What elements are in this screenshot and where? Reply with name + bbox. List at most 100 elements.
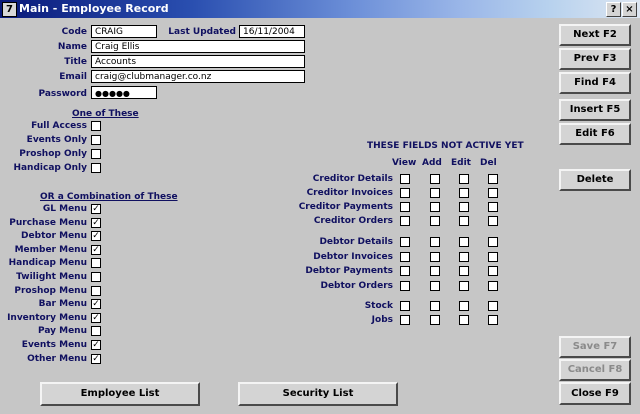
- security-row-label: Creditor Payments: [298, 202, 393, 212]
- menu-permission-checkbox[interactable]: [91, 285, 101, 296]
- security-row-label: Creditor Invoices: [306, 188, 393, 198]
- last-updated-field[interactable]: 16/11/2004: [239, 25, 305, 38]
- security-permission-checkbox[interactable]: [459, 315, 469, 325]
- security-permission-checkbox[interactable]: [430, 174, 440, 184]
- access-option-checkbox[interactable]: [91, 135, 101, 145]
- close-button[interactable]: Close F9: [559, 382, 631, 405]
- code-field[interactable]: CRAIG: [91, 25, 157, 38]
- security-permission-checkbox[interactable]: [488, 174, 498, 184]
- security-row-label: Debtor Invoices: [313, 252, 393, 262]
- menu-permission-checkbox[interactable]: ✓: [91, 231, 101, 242]
- insert-button[interactable]: Insert F5: [559, 99, 631, 121]
- next-button[interactable]: Next F2: [559, 24, 631, 46]
- access-option-checkbox[interactable]: [91, 149, 101, 159]
- name-field[interactable]: Craig Ellis: [91, 40, 305, 53]
- prev-button[interactable]: Prev F3: [559, 48, 631, 70]
- permission-column-header: Add: [422, 158, 442, 168]
- security-permission-checkbox[interactable]: [430, 216, 440, 226]
- security-permission-checkbox[interactable]: [400, 174, 410, 184]
- save-button[interactable]: Save F7: [559, 336, 631, 358]
- close-window-button[interactable]: ×: [622, 2, 637, 17]
- access-option-checkbox[interactable]: [91, 163, 101, 173]
- password-field[interactable]: ●●●●●: [91, 86, 157, 99]
- permission-column-header: Edit: [451, 158, 471, 168]
- security-row-label: Jobs: [371, 315, 393, 325]
- access-option-checkbox[interactable]: [91, 121, 101, 131]
- menu-permission-checkbox[interactable]: ✓: [91, 204, 101, 214]
- permission-column-header: View: [392, 158, 417, 168]
- menu-permission-checkbox[interactable]: ✓: [91, 312, 101, 323]
- security-permission-checkbox[interactable]: [400, 216, 410, 226]
- combination-heading: OR a Combination of These: [40, 192, 178, 202]
- not-active-heading: THESE FIELDS NOT ACTIVE YET: [367, 141, 524, 151]
- delete-button[interactable]: Delete: [559, 169, 631, 191]
- security-permission-checkbox[interactable]: [430, 237, 440, 247]
- security-permission-checkbox[interactable]: [488, 216, 498, 226]
- menu-permission-checkbox[interactable]: [91, 326, 101, 337]
- security-row-label: Debtor Orders: [320, 281, 393, 291]
- email-field[interactable]: craig@clubmanager.co.nz: [91, 70, 305, 83]
- menu-permission-label: Pay Menu: [37, 326, 87, 337]
- menu-permission-checkbox[interactable]: ✓: [91, 340, 101, 350]
- window-title: Main - Employee Record: [19, 2, 169, 15]
- help-button[interactable]: ?: [606, 2, 621, 17]
- menu-permission-checkbox[interactable]: [91, 258, 101, 269]
- security-permission-checkbox[interactable]: [459, 174, 469, 184]
- menu-permission-checkbox[interactable]: [91, 272, 101, 282]
- name-label: Name: [57, 42, 87, 52]
- security-permission-checkbox[interactable]: [400, 237, 410, 247]
- email-label: Email: [59, 72, 87, 82]
- security-list-button[interactable]: Security List: [238, 382, 398, 406]
- security-permission-checkbox[interactable]: [459, 188, 469, 198]
- title-field[interactable]: Accounts: [91, 55, 305, 68]
- security-permission-checkbox[interactable]: [430, 315, 440, 325]
- security-permission-checkbox[interactable]: [459, 202, 469, 212]
- security-permission-checkbox[interactable]: [430, 301, 440, 311]
- security-permission-checkbox[interactable]: [459, 237, 469, 247]
- security-permission-checkbox[interactable]: [430, 202, 440, 212]
- security-permission-checkbox[interactable]: [488, 202, 498, 212]
- menu-permission-checkbox[interactable]: ✓: [91, 353, 101, 364]
- password-label: Password: [38, 89, 87, 99]
- title-label: Title: [64, 57, 87, 67]
- cancel-button[interactable]: Cancel F8: [559, 359, 631, 381]
- menu-permission-checkbox[interactable]: ✓: [91, 299, 101, 310]
- security-permission-checkbox[interactable]: [459, 281, 469, 291]
- security-permission-checkbox[interactable]: [430, 266, 440, 276]
- security-permission-checkbox[interactable]: [400, 188, 410, 198]
- security-permission-checkbox[interactable]: [488, 252, 498, 262]
- access-option-label: Proshop Only: [19, 149, 87, 159]
- employee-list-button[interactable]: Employee List: [40, 382, 200, 406]
- security-permission-checkbox[interactable]: [488, 315, 498, 325]
- security-permission-checkbox[interactable]: [459, 216, 469, 226]
- security-permission-checkbox[interactable]: [430, 252, 440, 262]
- menu-permission-label: Handicap Menu: [8, 258, 87, 269]
- security-permission-checkbox[interactable]: [488, 237, 498, 247]
- security-row-label: Creditor Orders: [313, 216, 393, 226]
- security-permission-checkbox[interactable]: [488, 301, 498, 311]
- security-permission-checkbox[interactable]: [400, 202, 410, 212]
- security-permission-checkbox[interactable]: [400, 281, 410, 291]
- menu-permission-label: Twilight Menu: [16, 272, 87, 282]
- security-permission-checkbox[interactable]: [488, 188, 498, 198]
- menu-permission-label: Other Menu: [27, 353, 87, 364]
- access-option-label: Handicap Only: [13, 163, 87, 173]
- security-permission-checkbox[interactable]: [488, 281, 498, 291]
- edit-button[interactable]: Edit F6: [559, 123, 631, 145]
- security-permission-checkbox[interactable]: [430, 281, 440, 291]
- security-permission-checkbox[interactable]: [459, 301, 469, 311]
- menu-permission-checkbox[interactable]: ✓: [91, 217, 101, 228]
- security-permission-checkbox[interactable]: [400, 252, 410, 262]
- security-permission-checkbox[interactable]: [400, 266, 410, 276]
- security-permission-checkbox[interactable]: [459, 266, 469, 276]
- find-button[interactable]: Find F4: [559, 72, 631, 94]
- security-permission-checkbox[interactable]: [488, 266, 498, 276]
- menu-permission-label: Inventory Menu: [7, 312, 87, 323]
- security-permission-checkbox[interactable]: [400, 315, 410, 325]
- security-permission-checkbox[interactable]: [430, 188, 440, 198]
- menu-permission-checkbox[interactable]: ✓: [91, 244, 101, 255]
- menu-permission-label: Bar Menu: [38, 299, 87, 310]
- app-icon[interactable]: 7: [2, 2, 17, 17]
- security-permission-checkbox[interactable]: [459, 252, 469, 262]
- security-permission-checkbox[interactable]: [400, 301, 410, 311]
